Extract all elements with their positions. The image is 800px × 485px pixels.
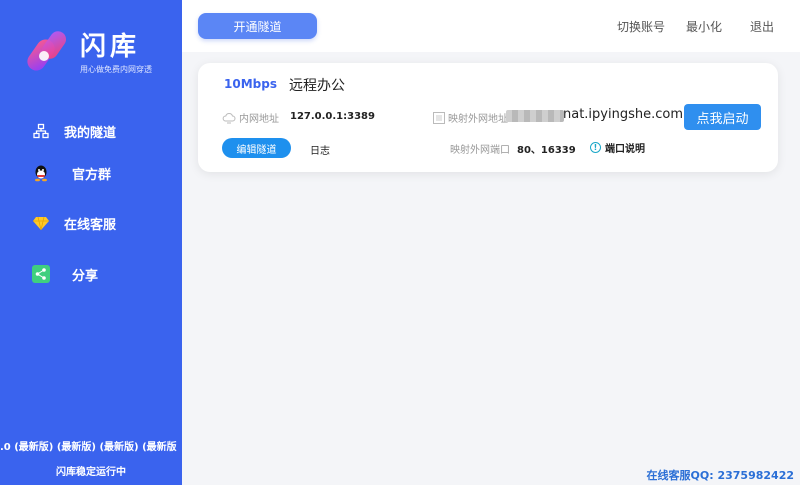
edit-tunnel-button[interactable]: 编辑隧道 bbox=[222, 138, 291, 158]
local-address-label: 内网地址 bbox=[222, 110, 279, 125]
app-slogan: 用心做免费内网穿透 bbox=[80, 65, 152, 74]
sidebar-item-online-support[interactable]: 在线客服 bbox=[30, 207, 170, 239]
app-brand-name: 闪库 bbox=[80, 32, 141, 62]
log-link[interactable]: 日志 bbox=[310, 142, 330, 157]
top-bar: 开通隧道 切换账号 最小化 退出 bbox=[182, 0, 800, 52]
cloud-icon bbox=[222, 112, 236, 123]
sidebar-item-share[interactable]: 分享 bbox=[30, 258, 170, 290]
local-address-value: 127.0.0.1:3389 bbox=[290, 111, 375, 122]
exit-link[interactable]: 退出 bbox=[750, 18, 774, 35]
sidebar: 闪库 用心做免费内网穿透 我的隧道 官方群 在线客服 分享 .0 (最新版) (… bbox=[0, 0, 182, 485]
info-icon: ! bbox=[590, 142, 601, 153]
sidebar-item-my-tunnels[interactable]: 我的隧道 bbox=[30, 115, 170, 147]
port-help-link[interactable]: ! 端口说明 bbox=[590, 140, 645, 155]
version-text: .0 (最新版) (最新版) (最新版) (最新版 bbox=[0, 442, 177, 453]
sidebar-item-label: 在线客服 bbox=[64, 217, 117, 233]
status-text: 闪库稳定运行中 bbox=[56, 467, 126, 478]
minimize-link[interactable]: 最小化 bbox=[686, 18, 722, 35]
open-tunnel-button[interactable]: 开通隧道 bbox=[198, 13, 317, 39]
support-qq-text: 在线客服QQ: 2375982422 bbox=[646, 469, 794, 482]
mapped-port-value: 80、16339 bbox=[517, 145, 576, 156]
sidebar-item-label: 官方群 bbox=[72, 167, 112, 183]
sidebar-item-label: 分享 bbox=[72, 268, 99, 284]
sidebar-item-official-group[interactable]: 官方群 bbox=[30, 157, 170, 189]
diamond-icon bbox=[30, 212, 52, 234]
app-logo-icon bbox=[27, 31, 67, 71]
share-icon bbox=[30, 263, 52, 285]
mapped-domain: nat.ipyingshe.com bbox=[563, 107, 684, 122]
qq-icon bbox=[30, 162, 52, 184]
bandwidth-label: 10Mbps bbox=[224, 77, 277, 91]
mapped-port-label: 映射外网端口 bbox=[450, 145, 510, 156]
sidebar-item-label: 我的隧道 bbox=[64, 125, 117, 141]
start-tunnel-button[interactable]: 点我启动 bbox=[684, 104, 761, 130]
redacted-subdomain bbox=[506, 110, 564, 122]
tunnel-card: 10Mbps 远程办公 内网地址 127.0.0.1:3389 映射外网地址 n… bbox=[198, 63, 778, 172]
mapped-address-label: 映射外网地址 bbox=[433, 110, 508, 125]
tunnel-icon bbox=[30, 120, 52, 142]
switch-account-link[interactable]: 切换账号 bbox=[617, 18, 665, 35]
tunnel-name: 远程办公 bbox=[289, 78, 345, 94]
server-icon bbox=[433, 111, 445, 124]
